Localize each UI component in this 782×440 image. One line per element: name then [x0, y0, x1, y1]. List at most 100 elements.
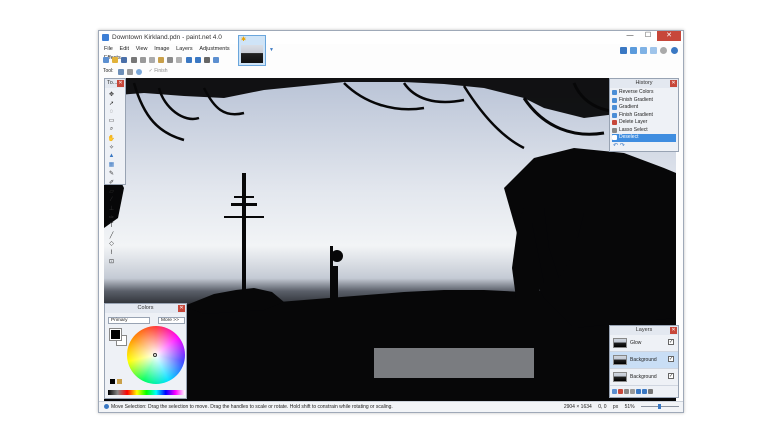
- image-thumbnail: [241, 45, 263, 63]
- history-item-selected[interactable]: Deselect: [612, 134, 676, 142]
- open-icon[interactable]: [112, 57, 119, 63]
- history-item-label: Gradient: [619, 104, 639, 110]
- move-selection-icon[interactable]: ✥: [108, 91, 116, 99]
- color-wheel-cursor[interactable]: [153, 353, 157, 357]
- deselect-icon[interactable]: [176, 57, 183, 63]
- layers-panel-header[interactable]: Layers ✕: [610, 326, 678, 335]
- layer-row[interactable]: Background ✓: [610, 369, 678, 386]
- rectangle-select-icon[interactable]: ▭: [108, 117, 116, 125]
- color-palette[interactable]: [108, 390, 185, 395]
- menu-edit[interactable]: Edit: [120, 45, 129, 54]
- history-item[interactable]: Reverse Colors: [612, 89, 676, 97]
- crop-icon[interactable]: [167, 57, 174, 63]
- copy-icon[interactable]: [148, 57, 155, 63]
- colors-panel-header[interactable]: Colors ✕: [105, 304, 186, 313]
- layer-visibility-checkbox[interactable]: ✓: [668, 356, 674, 362]
- stamp-icon[interactable]: ⊡: [108, 258, 116, 266]
- settings-icon[interactable]: [213, 57, 220, 63]
- tools-window-icon[interactable]: [619, 47, 627, 54]
- layer-properties-icon[interactable]: [648, 389, 653, 394]
- undo-icon[interactable]: [185, 57, 192, 63]
- move-tool-icon[interactable]: [117, 69, 124, 75]
- close-button[interactable]: ✕: [657, 31, 681, 41]
- primary-select[interactable]: Primary: [108, 317, 150, 324]
- tools-panel-close-button[interactable]: ✕: [117, 80, 124, 87]
- rotate-icon[interactable]: [135, 69, 142, 75]
- layer-visibility-checkbox[interactable]: ✓: [668, 339, 674, 345]
- help-icon[interactable]: [670, 47, 678, 54]
- colors-panel-close-button[interactable]: ✕: [178, 305, 185, 312]
- more-button[interactable]: More >>: [158, 317, 185, 324]
- finish-button[interactable]: ✓ Finish: [149, 68, 168, 74]
- zoom-icon[interactable]: ⌕: [108, 126, 116, 134]
- layers-window-icon[interactable]: [639, 47, 647, 54]
- colors-window-icon[interactable]: [650, 47, 658, 54]
- image-canvas[interactable]: [104, 78, 676, 401]
- move-layer-down-icon[interactable]: [642, 389, 647, 394]
- history-panel-header[interactable]: History ✕: [610, 79, 678, 88]
- grid-icon[interactable]: [203, 57, 210, 63]
- layer-row-selected[interactable]: Background ✓: [610, 352, 678, 369]
- layer-row[interactable]: Glow ✓: [610, 335, 678, 352]
- move-layer-up-icon[interactable]: [636, 389, 641, 394]
- zoom-readout[interactable]: 51%: [625, 404, 635, 410]
- zoom-slider[interactable]: [641, 404, 679, 410]
- add-layer-icon[interactable]: [612, 389, 617, 394]
- new-image-icon[interactable]: [103, 57, 109, 63]
- paste-icon[interactable]: [158, 57, 165, 63]
- menu-image[interactable]: Image: [154, 45, 169, 54]
- eraser-icon[interactable]: ▱: [108, 187, 116, 195]
- title-bar: Downtown Kirkland.pdn - paint.net 4.0 — …: [99, 31, 683, 44]
- undo-icon[interactable]: ↶: [613, 143, 618, 149]
- move-selected-icon[interactable]: ➚: [108, 99, 116, 107]
- shapes-icon[interactable]: ◇: [108, 240, 116, 248]
- layers-panel-close-button[interactable]: ✕: [670, 327, 677, 334]
- layer-visibility-checkbox[interactable]: ✓: [668, 373, 674, 379]
- menu-adjustments[interactable]: Adjustments: [199, 45, 229, 54]
- magic-wand-icon[interactable]: ✧: [108, 143, 116, 151]
- tab-dropdown-icon[interactable]: ▼: [269, 47, 274, 53]
- primary-color-swatch[interactable]: [109, 328, 122, 341]
- history-item[interactable]: Finish Gradient: [612, 112, 676, 120]
- gradient-icon[interactable]: ▦: [108, 161, 116, 169]
- image-tab-thumbnail[interactable]: ✱: [238, 35, 266, 66]
- paintbrush-icon[interactable]: ✎: [108, 170, 116, 178]
- tools-panel-header[interactable]: To... ✕: [105, 79, 125, 88]
- pencil-icon[interactable]: ✐: [108, 178, 116, 186]
- zoom-slider-thumb[interactable]: [658, 404, 661, 410]
- swap-colors-icon[interactable]: [117, 379, 122, 384]
- cut-icon[interactable]: [139, 57, 146, 63]
- swatch-black[interactable]: [110, 379, 115, 384]
- print-icon[interactable]: [130, 57, 137, 63]
- brush-icon[interactable]: ⌇: [108, 249, 116, 257]
- menu-file[interactable]: File: [104, 45, 113, 54]
- maximize-button[interactable]: ☐: [641, 31, 655, 41]
- redo-icon[interactable]: ↷: [620, 143, 625, 149]
- gear-icon[interactable]: [660, 47, 668, 54]
- save-icon[interactable]: [121, 57, 128, 63]
- history-item[interactable]: Delete Layer: [612, 119, 676, 127]
- history-step-icon: [612, 112, 617, 118]
- paint-bucket-icon[interactable]: ▲: [108, 152, 116, 160]
- history-window-icon[interactable]: [629, 47, 637, 54]
- menu-view[interactable]: View: [136, 45, 148, 54]
- recolor-icon[interactable]: ✑: [108, 214, 116, 222]
- history-item[interactable]: Gradient: [612, 104, 676, 112]
- line-curve-icon[interactable]: ╱: [108, 231, 116, 239]
- redo-icon[interactable]: [194, 57, 201, 63]
- history-item[interactable]: Lasso Select: [612, 127, 676, 135]
- history-panel-close-button[interactable]: ✕: [670, 80, 677, 87]
- duplicate-layer-icon[interactable]: [624, 389, 629, 394]
- minimize-button[interactable]: —: [623, 31, 637, 41]
- menu-layers[interactable]: Layers: [176, 45, 193, 54]
- color-picker-icon[interactable]: ⁄: [108, 196, 116, 204]
- units-selector[interactable]: px: [613, 404, 618, 410]
- tool-dropdown-icon[interactable]: [126, 69, 133, 75]
- pan-icon[interactable]: ✋: [108, 134, 116, 142]
- clone-stamp-icon[interactable]: ⊥: [108, 205, 116, 213]
- merge-layer-icon[interactable]: [630, 389, 635, 394]
- text-icon[interactable]: T: [108, 222, 116, 230]
- delete-layer-icon[interactable]: [618, 389, 623, 394]
- history-item[interactable]: Finish Gradient: [612, 97, 676, 105]
- lasso-select-icon[interactable]: ◌: [108, 108, 116, 116]
